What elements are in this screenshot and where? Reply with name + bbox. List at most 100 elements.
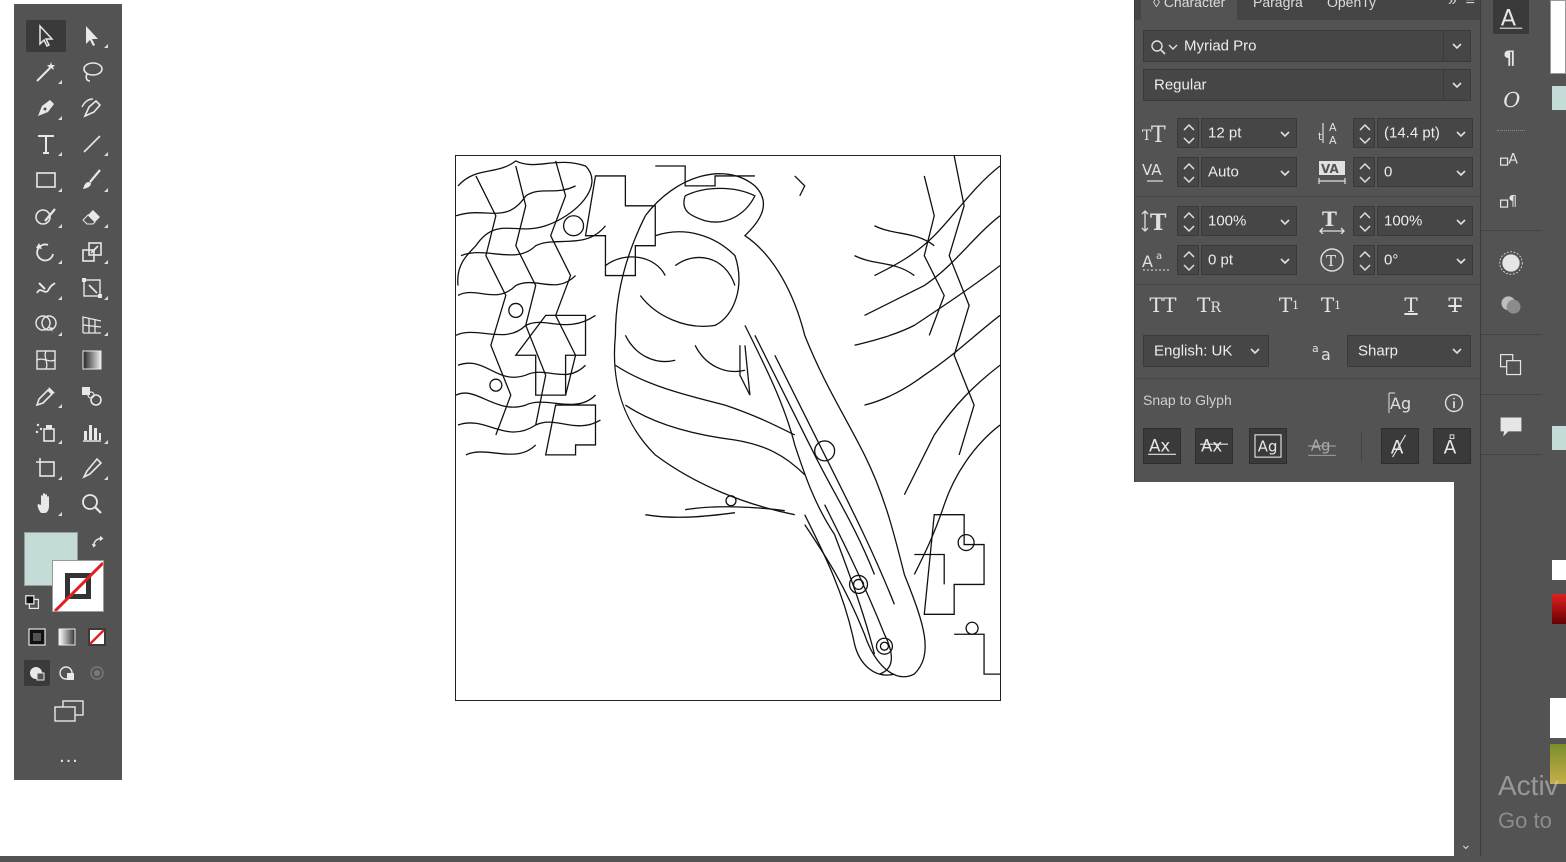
info-icon[interactable]: [1439, 390, 1469, 416]
none-mode-icon[interactable]: [84, 624, 110, 650]
eyedropper-tool-icon[interactable]: [26, 380, 66, 412]
slice-tool-icon[interactable]: [72, 452, 112, 484]
snap-proximity-guides-button[interactable]: Ag: [1303, 428, 1341, 464]
zoom-tool-icon[interactable]: [72, 488, 112, 520]
artboard[interactable]: [455, 155, 1001, 701]
opentype-panel-icon[interactable]: O: [1493, 82, 1529, 116]
perspective-grid-tool-icon[interactable]: [72, 308, 112, 340]
pen-tool-icon[interactable]: [26, 92, 66, 124]
rectangle-tool-icon[interactable]: [26, 164, 66, 196]
tab-character[interactable]: ◊ Character: [1141, 0, 1238, 20]
screen-mode-icon[interactable]: [52, 698, 86, 724]
curvature-tool-icon[interactable]: [72, 92, 112, 124]
divider: [1135, 284, 1481, 285]
language-select[interactable]: English: UK: [1143, 335, 1269, 367]
kerning-stepper[interactable]: [1177, 157, 1199, 187]
leading-stepper[interactable]: [1353, 118, 1375, 148]
lasso-tool-icon[interactable]: [72, 56, 112, 88]
layers-panel-icon[interactable]: [1493, 348, 1529, 382]
stroke-color-swatch[interactable]: [52, 560, 104, 612]
font-style-field[interactable]: Regular: [1143, 69, 1471, 101]
snap-glyph-bounds-button[interactable]: Ag: [1249, 428, 1287, 464]
color-mode-icon[interactable]: [24, 624, 50, 650]
font-family-field[interactable]: Myriad Pro: [1143, 30, 1471, 62]
character-panel: ◊ Character Paragra OpenTy » ≡ Myriad Pr…: [1134, 0, 1481, 482]
swap-fill-stroke-icon[interactable]: [86, 530, 112, 556]
mesh-tool-icon[interactable]: [26, 344, 66, 376]
scroll-down-icon[interactable]: ⌄: [1460, 836, 1472, 853]
small-caps-button[interactable]: Tr: [1191, 290, 1227, 320]
snap-x-height-button[interactable]: Ax: [1195, 428, 1233, 464]
snap-angular-guides-button[interactable]: A: [1381, 428, 1419, 464]
character-rotation-stepper[interactable]: [1353, 245, 1375, 275]
baseline-shift-stepper[interactable]: [1177, 245, 1199, 275]
selection-tool-icon[interactable]: [26, 20, 66, 52]
horizontal-scale-stepper[interactable]: [1353, 206, 1375, 236]
underline-button[interactable]: T: [1393, 290, 1429, 320]
appearance-panel-icon[interactable]: [1493, 246, 1529, 280]
kerning-field[interactable]: Auto: [1201, 157, 1297, 187]
anti-aliasing-select[interactable]: Sharp: [1347, 335, 1471, 367]
chevron-down-icon: [1280, 219, 1290, 226]
character-styles-icon[interactable]: A: [1493, 142, 1529, 176]
strikethrough-button[interactable]: T: [1437, 290, 1473, 320]
snap-anchor-point-button[interactable]: A: [1433, 428, 1471, 464]
type-tool-icon[interactable]: [26, 128, 66, 160]
edit-toolbar-button[interactable]: ...: [44, 746, 94, 766]
superscript-button[interactable]: T1: [1271, 290, 1307, 320]
activation-watermark-subtitle: Go to: [1498, 808, 1552, 833]
tab-opentype[interactable]: OpenTy: [1315, 0, 1388, 20]
scale-tool-icon[interactable]: [72, 236, 112, 268]
character-rotation-field[interactable]: 0°: [1377, 245, 1473, 275]
vertical-scale-field[interactable]: 100%: [1201, 206, 1297, 236]
horizontal-scale-icon: T: [1317, 208, 1347, 234]
tracking-stepper[interactable]: [1353, 157, 1375, 187]
paintbrush-tool-icon[interactable]: [72, 164, 112, 196]
font-size-stepper[interactable]: [1177, 118, 1199, 148]
draw-normal-icon[interactable]: [24, 660, 50, 686]
gradient-mode-icon[interactable]: [54, 624, 80, 650]
chevron-down-icon: [1280, 170, 1290, 177]
search-icon: [1151, 40, 1178, 55]
column-graph-tool-icon[interactable]: [72, 416, 112, 448]
hand-tool-icon[interactable]: [26, 488, 66, 520]
magic-wand-tool-icon[interactable]: [26, 56, 66, 88]
font-size-field[interactable]: 12 pt: [1201, 118, 1297, 148]
snap-baseline-button[interactable]: Ax: [1143, 428, 1181, 464]
paragraph-styles-icon[interactable]: ¶: [1493, 184, 1529, 218]
blend-tool-icon[interactable]: [72, 380, 112, 412]
tab-paragraph[interactable]: Paragra: [1241, 0, 1315, 20]
transparency-panel-icon[interactable]: [1493, 288, 1529, 322]
font-style-divider: [1443, 70, 1444, 100]
vertical-scale-stepper[interactable]: [1177, 206, 1199, 236]
comments-panel-icon[interactable]: [1493, 410, 1529, 444]
panel-menu-icon[interactable]: » ≡: [1448, 0, 1475, 10]
leading-field[interactable]: (14.4 pt): [1377, 118, 1473, 148]
svg-text:O: O: [1503, 88, 1520, 112]
glyph-guides-icon[interactable]: Ag: [1387, 390, 1417, 416]
shape-builder-tool-icon[interactable]: [26, 308, 66, 340]
symbol-sprayer-tool-icon[interactable]: [26, 416, 66, 448]
line-segment-tool-icon[interactable]: [72, 128, 112, 160]
warp-tool-icon[interactable]: [26, 272, 66, 304]
divider: [1135, 378, 1481, 379]
character-panel-icon[interactable]: A: [1493, 0, 1529, 34]
default-fill-stroke-icon[interactable]: [20, 590, 46, 616]
paragraph-panel-icon[interactable]: ¶: [1493, 40, 1529, 74]
shaper-tool-icon[interactable]: [26, 200, 66, 232]
svg-text:A: A: [1444, 437, 1457, 458]
horizontal-scale-field[interactable]: 100%: [1377, 206, 1473, 236]
draw-behind-icon[interactable]: [54, 660, 80, 686]
bird-sketch-artwork: [455, 155, 1001, 678]
baseline-shift-field[interactable]: 0 pt: [1201, 245, 1297, 275]
subscript-button[interactable]: T1: [1313, 290, 1349, 320]
gradient-tool-icon[interactable]: [72, 344, 112, 376]
free-transform-tool-icon[interactable]: [72, 272, 112, 304]
artboard-tool-icon[interactable]: [26, 452, 66, 484]
all-caps-button[interactable]: TT: [1145, 290, 1181, 320]
eraser-tool-icon[interactable]: [72, 200, 112, 232]
tracking-field[interactable]: 0: [1377, 157, 1473, 187]
rotate-tool-icon[interactable]: [26, 236, 66, 268]
right-panel-dock: A ¶ O A ¶: [1480, 0, 1543, 862]
direct-selection-tool-icon[interactable]: [72, 20, 112, 52]
